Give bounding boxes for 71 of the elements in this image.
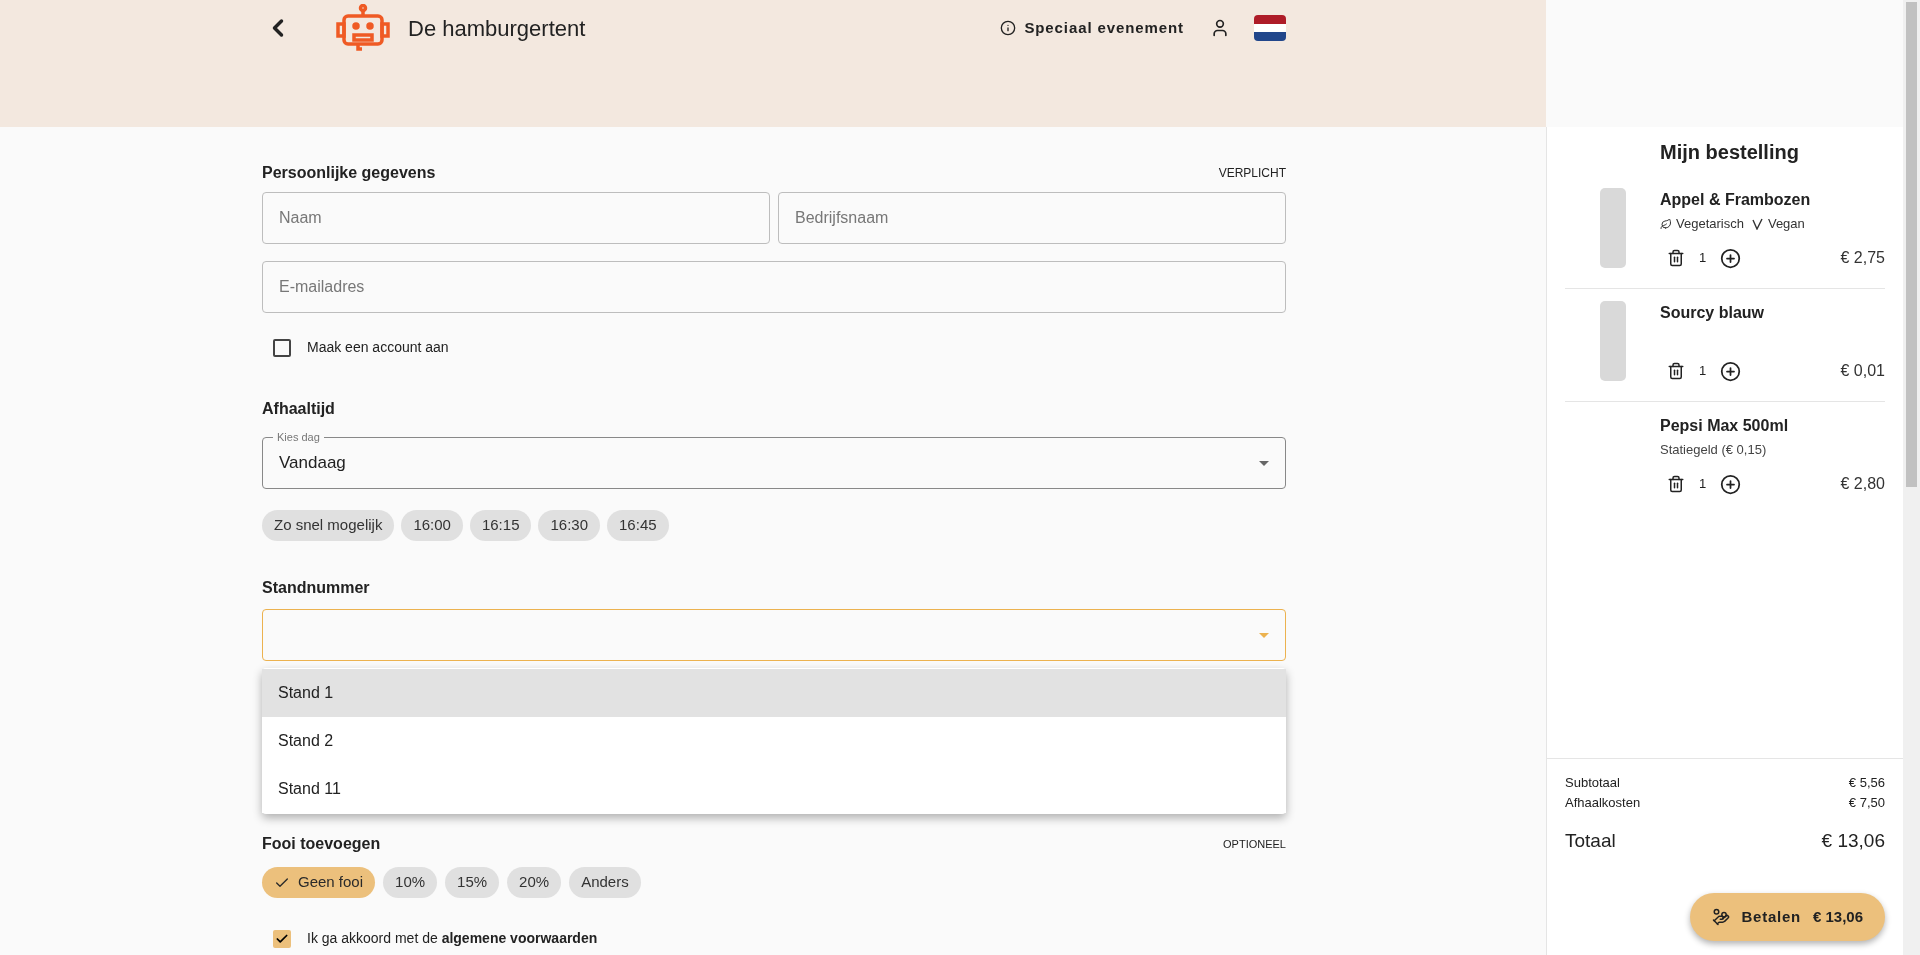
- add-button[interactable]: [1720, 473, 1742, 495]
- leaf-icon: [1660, 218, 1672, 230]
- chip[interactable]: 16:00: [401, 510, 463, 541]
- diet-tag: Vegan: [1751, 214, 1805, 234]
- deposit-note: Statiegeld (€ 0,15): [1660, 441, 1767, 460]
- flag-icon[interactable]: [1254, 15, 1286, 41]
- dropdown-option[interactable]: Stand 11: [262, 765, 1286, 813]
- chip[interactable]: 10%: [383, 867, 438, 898]
- section-title: Standnummer: [262, 578, 371, 598]
- total-label: Totaal: [1565, 828, 1616, 853]
- item-name: Pepsi Max 500ml: [1660, 416, 1790, 436]
- summary-value: € 7,50: [1848, 793, 1885, 812]
- input-field[interactable]: Bedrijfsnaam: [778, 192, 1286, 244]
- trash-icon: [1667, 249, 1685, 267]
- trash-icon: [1667, 475, 1685, 493]
- dropdown-option[interactable]: Stand 1: [262, 669, 1286, 717]
- quantity: 1: [1699, 475, 1707, 494]
- chip[interactable]: Geen fooi: [262, 867, 376, 898]
- event-info-button[interactable]: Speciaal evenement: [1000, 16, 1184, 40]
- pay-button[interactable]: Betalen € 13,06: [1689, 893, 1885, 941]
- optional-label: OPTIONEEL: [1223, 836, 1286, 852]
- add-button[interactable]: [1720, 247, 1742, 269]
- checkbox[interactable]: [273, 929, 291, 948]
- input-field[interactable]: E-mailadres: [262, 261, 1286, 313]
- trash-icon: [1667, 362, 1685, 380]
- add-button[interactable]: [1720, 360, 1742, 382]
- robot-logo-icon: [336, 4, 390, 52]
- summary-label: Afhaalkosten: [1565, 793, 1641, 812]
- checkbox[interactable]: [273, 338, 291, 357]
- quantity: 1: [1699, 362, 1707, 381]
- info-icon: [1000, 20, 1017, 36]
- dropdown-option[interactable]: Stand 2: [262, 717, 1286, 765]
- chip[interactable]: 20%: [507, 867, 562, 898]
- section-title: Fooi toevoegen: [262, 834, 381, 854]
- scrollbar[interactable]: [1903, 0, 1920, 955]
- hand-coins-icon: [1711, 908, 1730, 926]
- trash-button[interactable]: [1667, 249, 1685, 267]
- input-field[interactable]: Naam: [262, 192, 770, 244]
- item-price: € 0,01: [1840, 361, 1885, 381]
- order-title: Mijn bestelling: [1660, 140, 1800, 165]
- chip[interactable]: 16:30: [538, 510, 601, 541]
- dropdown-arrow-icon: [1259, 460, 1269, 466]
- item-price: € 2,75: [1840, 248, 1885, 268]
- trash-button[interactable]: [1667, 475, 1685, 493]
- diet-tag: Vegetarisch: [1660, 214, 1744, 234]
- quantity: 1: [1699, 249, 1707, 268]
- dropdown-arrow-icon: [1259, 632, 1269, 638]
- item-price: € 2,80: [1840, 474, 1885, 494]
- restaurant-name: De hamburgertent: [408, 14, 586, 43]
- terms-text: Ik ga akkoord met de algemene voorwaarden: [307, 929, 598, 948]
- total-value: € 13,06: [1821, 828, 1885, 853]
- section-title: Persoonlijke gegevens: [262, 163, 436, 183]
- section-title: Afhaaltijd: [262, 399, 336, 419]
- required-label: VERPLICHT: [1218, 165, 1286, 182]
- v-icon: [1751, 218, 1764, 230]
- item-name: Sourcy blauw: [1660, 303, 1766, 323]
- chip[interactable]: 16:45: [607, 510, 669, 541]
- chip[interactable]: 16:15: [469, 510, 532, 541]
- account-button[interactable]: [1210, 18, 1230, 38]
- summary-label: Subtotaal: [1565, 773, 1620, 792]
- item-name: Appel & Frambozen: [1660, 190, 1812, 210]
- summary-value: € 5,56: [1848, 773, 1885, 792]
- plus-icon: [1720, 247, 1742, 269]
- trash-button[interactable]: [1667, 362, 1685, 380]
- chip[interactable]: 15%: [445, 867, 500, 898]
- chip[interactable]: Anders: [569, 867, 641, 898]
- checkbox-label: Maak een account aan: [307, 338, 449, 357]
- chip[interactable]: Zo snel mogelijk: [262, 510, 395, 541]
- plus-icon: [1720, 473, 1742, 495]
- plus-icon: [1720, 360, 1742, 382]
- user-icon: [1210, 18, 1230, 38]
